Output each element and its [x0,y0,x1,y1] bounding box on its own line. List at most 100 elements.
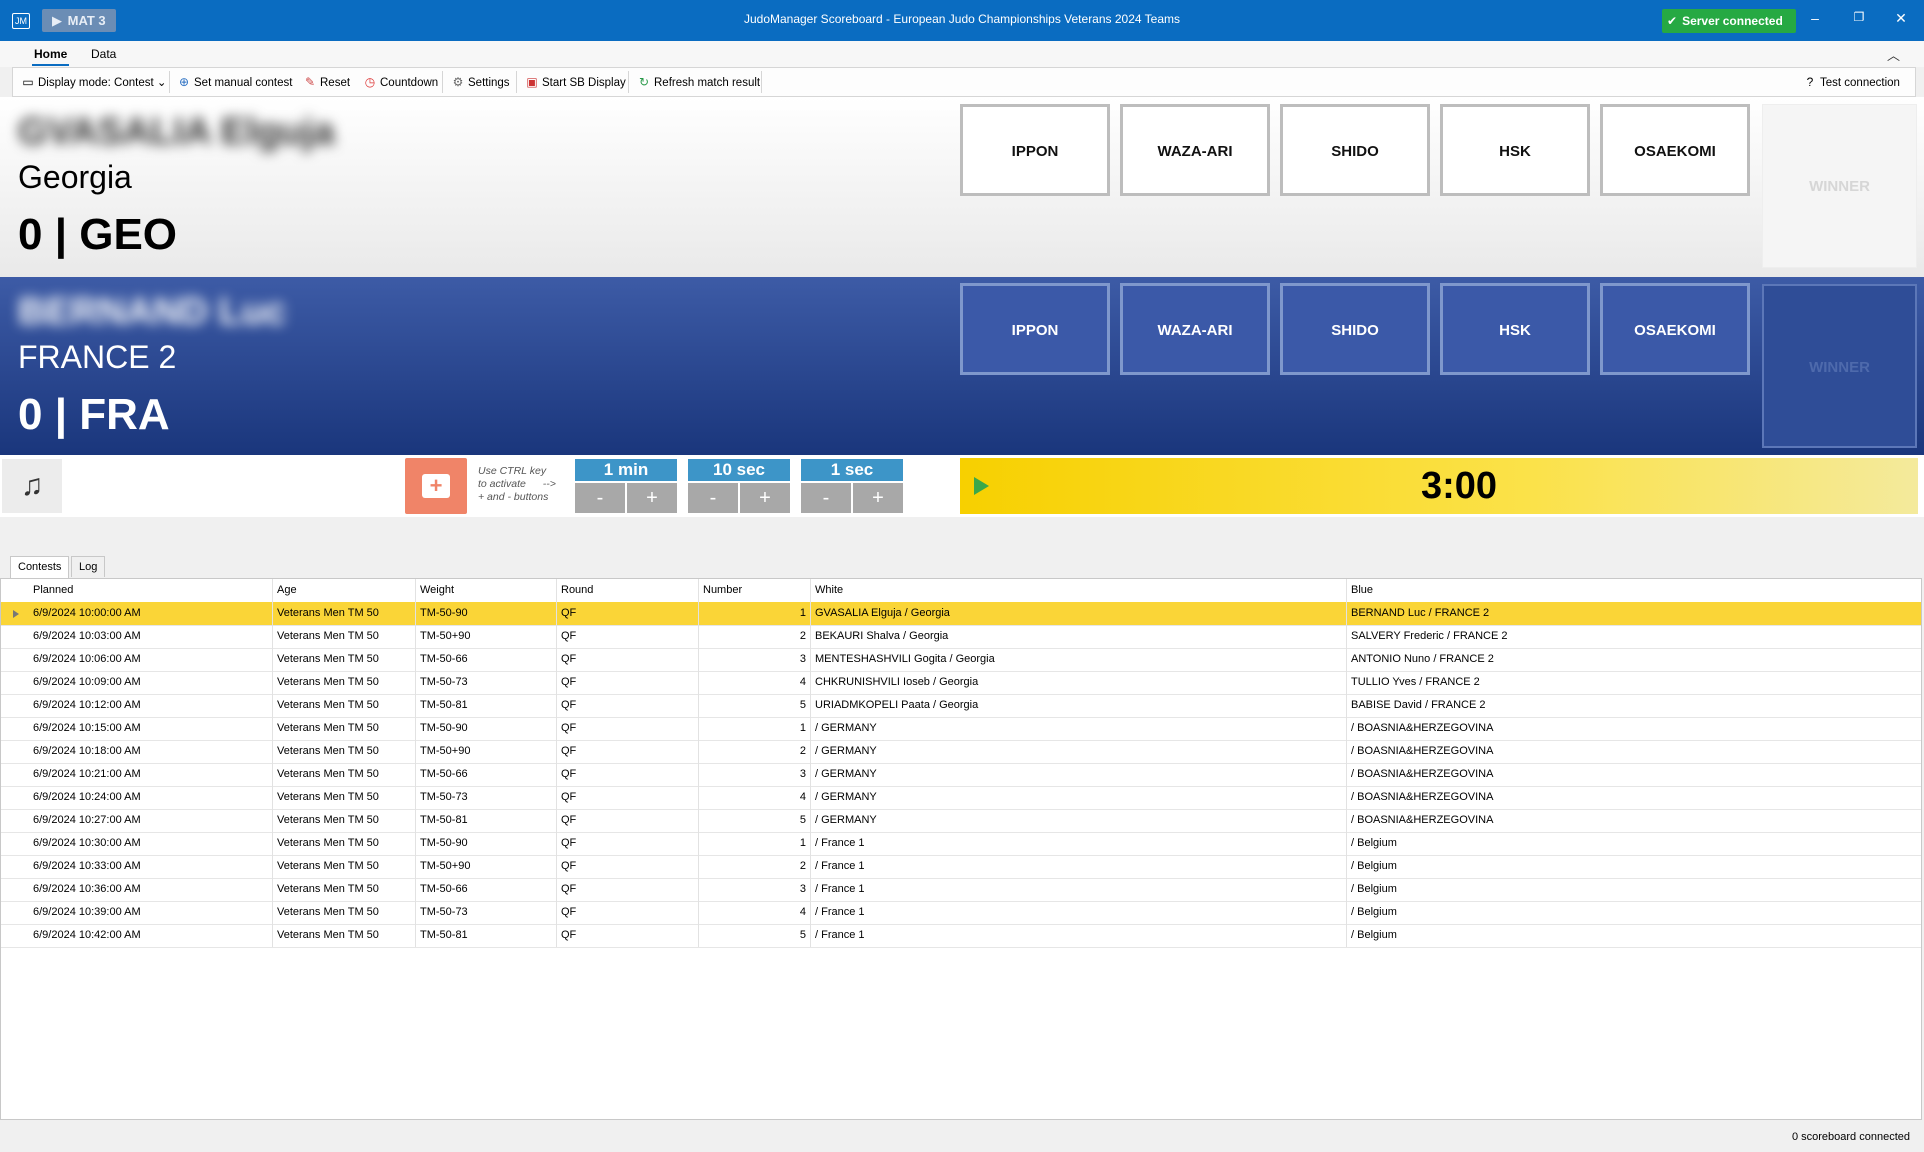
table-cell: MENTESHASHVILI Gogita / Georgia [811,648,1347,671]
settings-button[interactable]: ⚙ Settings [445,68,516,96]
table-cell: 4 [699,786,811,809]
table-cell: TM-50+90 [416,855,557,878]
table-cell: ANTONIO Nuno / FRANCE 2 [1351,653,1494,665]
countdown-button[interactable]: ◷ Countdown [357,68,444,96]
separator [516,71,517,93]
table-row[interactable]: 6/9/2024 10:00:00 AM Veterans Men TM 50 TM… [1,602,1921,626]
table-cell: Veterans Men TM 50 [273,602,416,625]
table-row[interactable]: 6/9/2024 10:12:00 AM Veterans Men TM 50 TM… [1,694,1921,718]
music-note-icon[interactable]: ♫ [2,459,62,513]
table-cell: / Belgium [1351,883,1397,895]
table-row[interactable]: 6/9/2024 10:30:00 AM Veterans Men TM 50 TM… [1,832,1921,856]
table-row[interactable]: 6/9/2024 10:06:00 AM Veterans Men TM 50 TM… [1,648,1921,672]
reset-button[interactable]: ✎ Reset [297,68,356,96]
table-row[interactable]: 6/9/2024 10:27:00 AM Veterans Men TM 50 TM… [1,809,1921,833]
table-row[interactable]: 6/9/2024 10:09:00 AM Veterans Men TM 50 TM… [1,671,1921,695]
table-cell: 4 [699,671,811,694]
table-cell: 6/9/2024 10:39:00 AM [29,901,273,924]
tab-log[interactable]: Log [71,556,106,577]
test-connection-label: Test connection [1820,77,1900,89]
table-row[interactable]: 6/9/2024 10:18:00 AM Veterans Men TM 50 TM… [1,740,1921,764]
blue-ippon-button[interactable]: IPPON [960,283,1110,375]
table-row[interactable]: 6/9/2024 10:24:00 AM Veterans Men TM 50 TM… [1,786,1921,810]
table-cell: 3 [699,763,811,786]
table-cell: / Belgium [1351,860,1397,872]
table-cell: CHKRUNISHVILI Ioseb / Georgia [811,671,1347,694]
table-cell: QF [557,901,699,924]
display-icon: ▣ [526,75,538,89]
table-row[interactable]: 6/9/2024 10:42:00 AM Veterans Men TM 50 TM… [1,924,1921,948]
table-cell: QF [557,671,699,694]
table-cell: Veterans Men TM 50 [273,694,416,717]
column-header-blue[interactable]: Blue [1347,579,1919,602]
blue-hsk-button[interactable]: HSK [1440,283,1590,375]
blue-winner-button[interactable]: WINNER [1762,284,1917,448]
minus-1sec-button[interactable]: - [801,483,851,513]
minus-1min-button[interactable]: - [575,483,625,513]
toolbar: ▭ Display mode: Contest ⌄ ⊕ Set manual con… [12,67,1916,97]
column-header-number[interactable]: Number [699,579,811,602]
blue-shido-button[interactable]: SHIDO [1280,283,1430,375]
set-manual-contest-label: Set manual contest [194,77,293,89]
table-row[interactable]: 6/9/2024 10:03:00 AM Veterans Men TM 50 TM… [1,625,1921,649]
minus-10sec-button[interactable]: - [688,483,738,513]
start-sb-display-button[interactable]: ▣ Start SB Display [519,68,632,96]
clock-time: 3:00 [1420,465,1498,507]
table-cell: / GERMANY [811,809,1347,832]
plus-1sec-button[interactable]: + [853,483,903,513]
table-cell: 6/9/2024 10:09:00 AM [29,671,273,694]
white-ippon-button[interactable]: IPPON [960,104,1110,196]
increment-10sec: 10 sec - + [688,459,790,513]
contests-table: Planned Age Weight Round Number White Bl… [0,578,1922,1120]
table-cell: Veterans Men TM 50 [273,809,416,832]
table-cell: 6/9/2024 10:06:00 AM [29,648,273,671]
column-header-white[interactable]: White [811,579,1347,602]
white-waza-ari-button[interactable]: WAZA-ARI [1120,104,1270,196]
table-cell: 5 [699,809,811,832]
server-status-badge[interactable]: ✔ Server connected [1662,9,1796,33]
table-cell: / France 1 [811,901,1347,924]
column-header-age[interactable]: Age [273,579,416,602]
table-row[interactable]: 6/9/2024 10:21:00 AM Veterans Men TM 50 TM… [1,763,1921,787]
blue-osaekomi-button[interactable]: OSAEKOMI [1600,283,1750,375]
column-header-weight[interactable]: Weight [416,579,557,602]
table-row[interactable]: 6/9/2024 10:39:00 AM Veterans Men TM 50 TM… [1,901,1921,925]
add-circle-icon: ⊕ [178,75,190,89]
table-cell: 2 [699,855,811,878]
separator [628,71,629,93]
white-winner-button[interactable]: WINNER [1762,104,1917,268]
white-shido-button[interactable]: SHIDO [1280,104,1430,196]
arrow-right-icon: --> [542,478,556,490]
display-mode-dropdown[interactable]: ▭ Display mode: Contest ⌄ [15,68,173,96]
match-clock[interactable]: 3:00 [960,458,1918,514]
table-cell: / Belgium [1351,929,1397,941]
minimize-button[interactable]: – [1800,10,1830,26]
refresh-match-result-label: Refresh match result [654,77,761,89]
column-header-planned[interactable]: Planned [29,579,273,602]
close-button[interactable]: ✕ [1886,10,1916,27]
restore-button[interactable]: ❐ [1844,10,1874,24]
set-manual-contest-button[interactable]: ⊕ Set manual contest [171,68,298,96]
tab-contests[interactable]: Contests [10,556,70,579]
eraser-icon: ✎ [304,75,316,89]
tab-data[interactable]: Data [91,47,116,61]
table-cell: Veterans Men TM 50 [273,832,416,855]
table-row[interactable]: 6/9/2024 10:15:00 AM Veterans Men TM 50 TM… [1,717,1921,741]
hint-line: Use CTRL key [478,465,547,477]
plus-10sec-button[interactable]: + [740,483,790,513]
white-osaekomi-button[interactable]: OSAEKOMI [1600,104,1750,196]
collapse-ribbon-icon[interactable]: ︿ [1887,45,1900,64]
plus-1min-button[interactable]: + [627,483,677,513]
tab-home[interactable]: Home [31,47,70,66]
white-hsk-button[interactable]: HSK [1440,104,1590,196]
refresh-match-result-button[interactable]: ↻ Refresh match result [631,68,766,96]
medical-kit-button[interactable]: + [405,458,467,514]
table-cell: Veterans Men TM 50 [273,717,416,740]
test-connection-button[interactable]: ? Test connection [1797,68,1906,96]
blue-waza-ari-button[interactable]: WAZA-ARI [1120,283,1270,375]
table-cell: 6/9/2024 10:03:00 AM [29,625,273,648]
column-header-round[interactable]: Round [557,579,699,602]
table-row[interactable]: 6/9/2024 10:36:00 AM Veterans Men TM 50 TM… [1,878,1921,902]
table-row[interactable]: 6/9/2024 10:33:00 AM Veterans Men TM 50 TM… [1,855,1921,879]
table-cell: Veterans Men TM 50 [273,740,416,763]
